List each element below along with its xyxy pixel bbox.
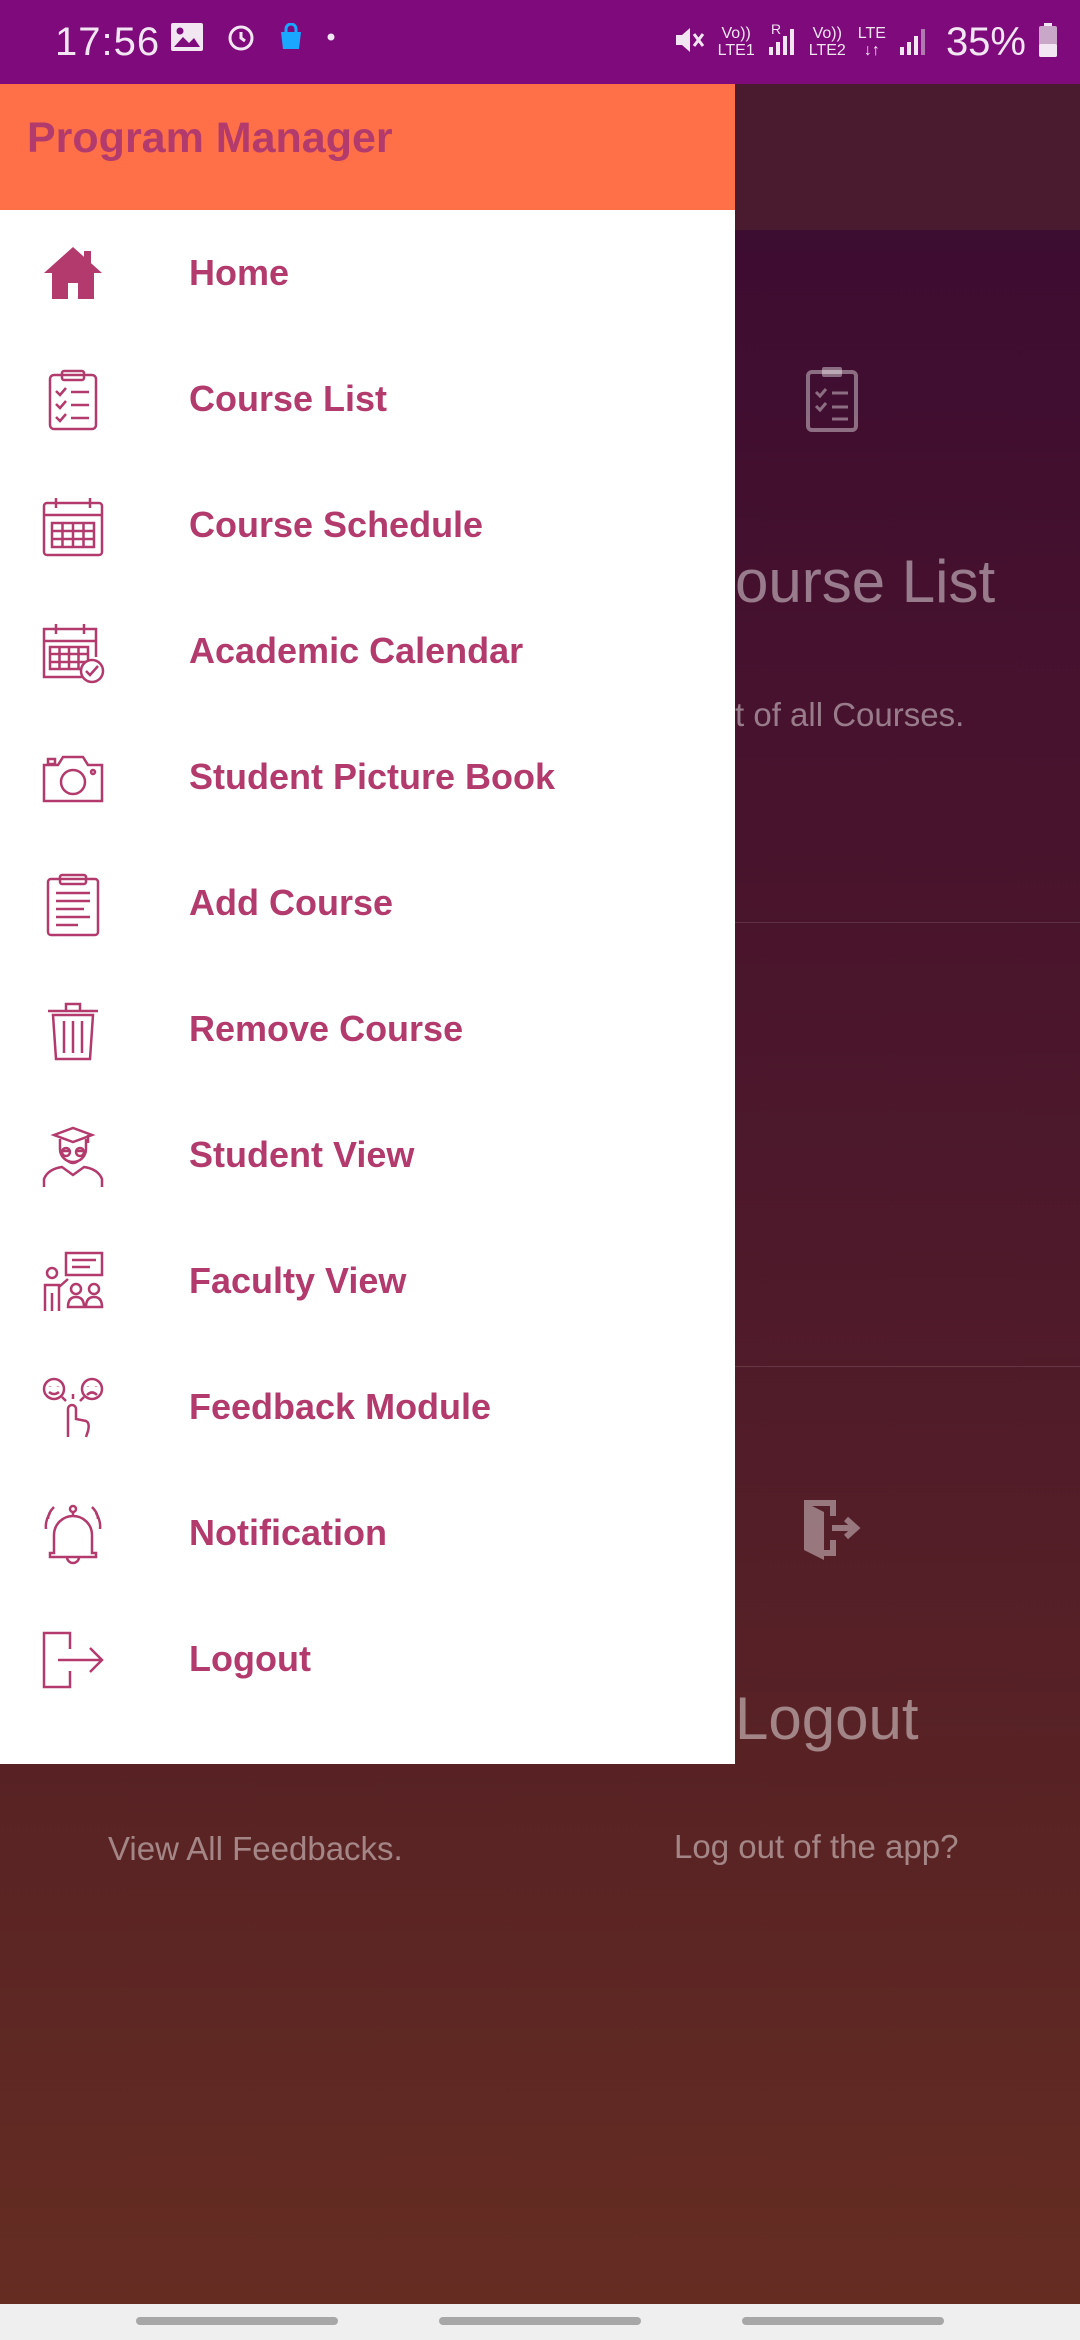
- battery-percent: 35%: [945, 19, 1026, 64]
- menu-item-label: Student View: [189, 1134, 415, 1175]
- status-right-icons: Vo)) LTE1 R Vo)) LTE2 LTE ↓↑ 35%: [672, 14, 1058, 70]
- menu-item-label: Notification: [189, 1512, 387, 1553]
- shopping-bag-icon: [278, 23, 304, 51]
- system-nav-bar: [0, 2304, 1080, 2340]
- menu-item-label: Student Picture Book: [189, 756, 556, 797]
- nav-home-handle[interactable]: [439, 2317, 641, 2325]
- status-bar: 17:56 Vo)) LTE1 R Vo)) LTE2 LTE ↓↑ 35%: [0, 0, 1080, 84]
- bg-course-list-title: ourse List: [735, 548, 995, 615]
- status-time: 17:56: [55, 20, 161, 64]
- mute-icon: [672, 23, 706, 62]
- bg-feedback-desc: View All Feedbacks.: [108, 1830, 403, 1867]
- nav-back-handle[interactable]: [136, 2317, 338, 2325]
- battery-icon: [1038, 22, 1058, 63]
- menu-item-remove-course[interactable]: Remove Course: [0, 966, 735, 1092]
- network-type-label: LTE ↓↑: [857, 25, 886, 59]
- bg-course-list-desc: t of all Courses.: [735, 696, 965, 733]
- menu-item-label: Home: [189, 252, 290, 293]
- menu-item-add-course[interactable]: Add Course: [0, 840, 735, 966]
- menu-item-label: Course List: [189, 378, 388, 419]
- home-icon: [40, 241, 106, 307]
- alarm-icon: [226, 22, 256, 52]
- feedback-faces-icon: [40, 1375, 106, 1441]
- menu-item-course-schedule[interactable]: Course Schedule: [0, 462, 735, 588]
- sim2-label: Vo)) LTE2: [808, 25, 846, 59]
- nav-recents-handle[interactable]: [742, 2317, 944, 2325]
- signal-sim2-icon: [898, 23, 928, 62]
- menu-item-student-picture-book[interactable]: Student Picture Book: [0, 714, 735, 840]
- menu-item-label: Logout: [189, 1638, 311, 1679]
- status-notification-icons: [170, 22, 336, 52]
- drawer-title: Program Manager: [27, 114, 393, 162]
- menu-item-feedback-module[interactable]: Feedback Module: [0, 1344, 735, 1470]
- calendar-check-icon: [40, 619, 106, 685]
- logout-door-icon: [798, 1494, 866, 1567]
- graduate-icon: [40, 1123, 106, 1189]
- signal-sim1-icon: R: [767, 21, 797, 62]
- menu-item-label: Remove Course: [189, 1008, 464, 1049]
- calendar-icon: [40, 493, 106, 559]
- bell-icon: [40, 1501, 106, 1567]
- drawer-header: Program Manager: [0, 84, 735, 210]
- trash-icon: [40, 997, 106, 1063]
- sim1-label: Vo)) LTE1: [717, 25, 755, 59]
- bg-divider: [735, 922, 1080, 923]
- clipboard-icon: [802, 364, 862, 439]
- menu-item-label: Add Course: [189, 882, 394, 923]
- clipboard-checklist-icon: [40, 367, 106, 433]
- navigation-drawer: Program Manager Home Course List Course …: [0, 84, 735, 1764]
- menu-item-label: Course Schedule: [189, 504, 484, 545]
- dot-icon: [326, 32, 336, 42]
- menu-item-label: Faculty View: [189, 1260, 407, 1301]
- menu-item-faculty-view[interactable]: Faculty View: [0, 1218, 735, 1344]
- menu-item-course-list[interactable]: Course List: [0, 336, 735, 462]
- menu-item-label: Feedback Module: [189, 1386, 492, 1427]
- menu-item-academic-calendar[interactable]: Academic Calendar: [0, 588, 735, 714]
- bg-divider: [735, 1366, 1080, 1367]
- gallery-icon: [170, 22, 204, 52]
- bg-logout-title: Logout: [735, 1685, 919, 1752]
- menu-item-home[interactable]: Home: [0, 210, 735, 336]
- classroom-icon: [40, 1249, 106, 1315]
- svg-text:R: R: [771, 23, 781, 37]
- menu-item-notification[interactable]: Notification: [0, 1470, 735, 1596]
- menu-item-logout[interactable]: Logout: [0, 1596, 735, 1722]
- logout-icon: [40, 1627, 106, 1693]
- menu-item-student-view[interactable]: Student View: [0, 1092, 735, 1218]
- clipboard-document-icon: [40, 871, 106, 937]
- menu-item-label: Academic Calendar: [189, 630, 524, 671]
- camera-icon: [40, 745, 106, 811]
- bg-logout-desc: Log out of the app?: [674, 1828, 959, 1865]
